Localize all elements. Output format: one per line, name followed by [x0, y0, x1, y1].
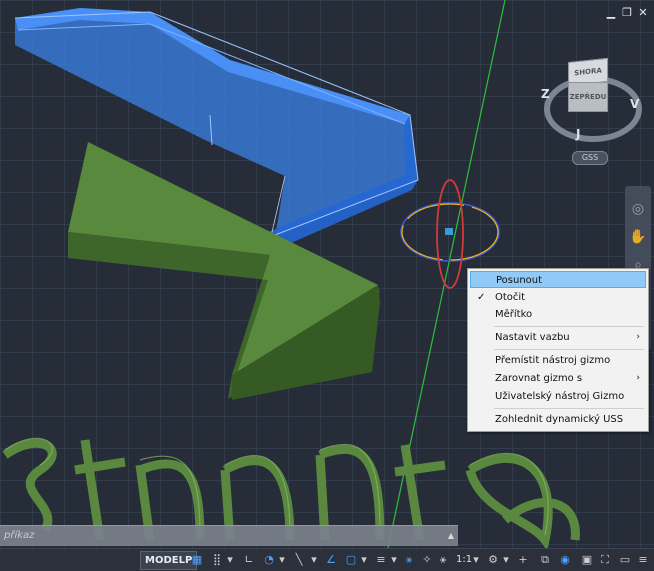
- menu-separator: [494, 349, 644, 350]
- dropdown-icon[interactable]: ▾: [502, 552, 510, 567]
- submenu-arrow-icon: ›: [636, 373, 640, 383]
- viewcube-dir-south[interactable]: J: [576, 127, 580, 141]
- screen-icon[interactable]: ▭: [618, 552, 632, 567]
- menu-item-scale[interactable]: Měřítko: [470, 306, 646, 323]
- dropdown-icon[interactable]: ▾: [390, 552, 398, 567]
- customize-icon[interactable]: ≡: [636, 552, 650, 567]
- fullscreen-icon[interactable]: ⛶: [598, 552, 612, 567]
- add-icon[interactable]: +: [516, 552, 530, 567]
- isolate-icon[interactable]: ⧉: [538, 552, 552, 567]
- menu-item-label: Přemístit nástroj gizmo: [495, 355, 611, 366]
- menu-item-label: Otočit: [495, 292, 526, 303]
- grid-icon[interactable]: ▦: [190, 552, 204, 567]
- command-history-arrow-icon[interactable]: ▲: [448, 526, 454, 546]
- submenu-arrow-icon: ›: [636, 332, 640, 342]
- viewcube[interactable]: SHORA ZEPŘEDU Z V J GSS: [538, 52, 646, 170]
- annotation-scale-value[interactable]: 1:1: [456, 552, 472, 567]
- viewport-window-controls: ▁ ❐ ✕: [606, 7, 648, 18]
- menu-item-align-gizmo[interactable]: Zarovnat gizmo s ›: [470, 370, 646, 387]
- annotation-scale-icon[interactable]: ⚹: [436, 552, 450, 567]
- menu-item-label: Zohlednit dynamický USS: [495, 414, 624, 425]
- dropdown-icon[interactable]: ▾: [226, 552, 234, 567]
- dropdown-icon[interactable]: ▾: [310, 552, 318, 567]
- workspace-gear-icon[interactable]: ⚙: [486, 552, 500, 567]
- menu-item-move[interactable]: Posunout: [470, 271, 646, 288]
- close-icon[interactable]: ✕: [638, 7, 648, 18]
- model-space-button[interactable]: MODELP: [140, 551, 198, 570]
- menu-item-label: Měřítko: [495, 309, 533, 320]
- quick-properties-icon[interactable]: ▣: [580, 552, 594, 567]
- status-bar: MODELP ▦ ⣿ ▾ ∟ ◔ ▾ ╲ ▾ ∠ ▢ ▾ ≡ ▾ ⚹ ✧ ⚹ 1…: [0, 548, 654, 571]
- viewcube-cube[interactable]: SHORA ZEPŘEDU: [568, 57, 608, 118]
- menu-item-set-constraint[interactable]: Nastavit vazbu ›: [470, 329, 646, 346]
- drawing-viewport[interactable]: ▁ ❐ ✕ SHORA ZEPŘEDU Z V J GSS ◎ ✋ ⌕ ↻ Po…: [0, 0, 654, 548]
- menu-item-dynamic-ucs[interactable]: Zohlednit dynamický USS: [470, 411, 646, 428]
- annotation-visibility-icon[interactable]: ⚹: [402, 552, 416, 567]
- lineweight-icon[interactable]: ≡: [374, 552, 388, 567]
- osnap-track-icon[interactable]: ∠: [324, 552, 338, 567]
- restore-icon[interactable]: ❐: [622, 7, 632, 18]
- menu-item-relocate-gizmo[interactable]: Přemístit nástroj gizmo: [470, 352, 646, 369]
- dropdown-icon[interactable]: ▾: [278, 552, 286, 567]
- isodraft-icon[interactable]: ╲: [292, 552, 306, 567]
- pan-hand-icon[interactable]: ✋: [629, 228, 647, 246]
- menu-separator: [494, 408, 644, 409]
- snap-icon[interactable]: ⣿: [210, 552, 224, 567]
- dropdown-icon[interactable]: ▾: [472, 552, 480, 567]
- viewcube-dir-west[interactable]: Z: [541, 87, 550, 101]
- polar-icon[interactable]: ◔: [262, 552, 276, 567]
- menu-item-label: Posunout: [496, 275, 543, 286]
- viewcube-dir-east[interactable]: V: [630, 97, 639, 111]
- menu-item-rotate[interactable]: ✓ Otočit: [470, 289, 646, 306]
- minimize-icon[interactable]: ▁: [606, 7, 616, 18]
- menu-item-label: Nastavit vazbu: [495, 332, 570, 343]
- ucs-menu-button[interactable]: GSS: [572, 151, 608, 165]
- checkmark-icon: ✓: [477, 292, 486, 303]
- ortho-icon[interactable]: ∟: [242, 552, 256, 567]
- gizmo-context-menu: Posunout ✓ Otočit Měřítko Nastavit vazbu…: [467, 268, 649, 432]
- hardware-accel-icon[interactable]: ◉: [558, 552, 572, 567]
- menu-item-custom-gizmo[interactable]: Uživatelský nástroj Gizmo: [470, 388, 646, 405]
- auto-scale-icon[interactable]: ✧: [420, 552, 434, 567]
- dropdown-icon[interactable]: ▾: [360, 552, 368, 567]
- command-input[interactable]: příkaz: [4, 526, 34, 546]
- osnap-icon[interactable]: ▢: [344, 552, 358, 567]
- menu-item-label: Uživatelský nástroj Gizmo: [495, 391, 625, 402]
- steering-wheel-icon[interactable]: ◎: [629, 200, 647, 218]
- menu-item-label: Zarovnat gizmo s: [495, 373, 583, 384]
- menu-separator: [494, 326, 644, 327]
- viewcube-front-face[interactable]: ZEPŘEDU: [568, 82, 608, 112]
- command-line[interactable]: příkaz ▲: [0, 525, 458, 546]
